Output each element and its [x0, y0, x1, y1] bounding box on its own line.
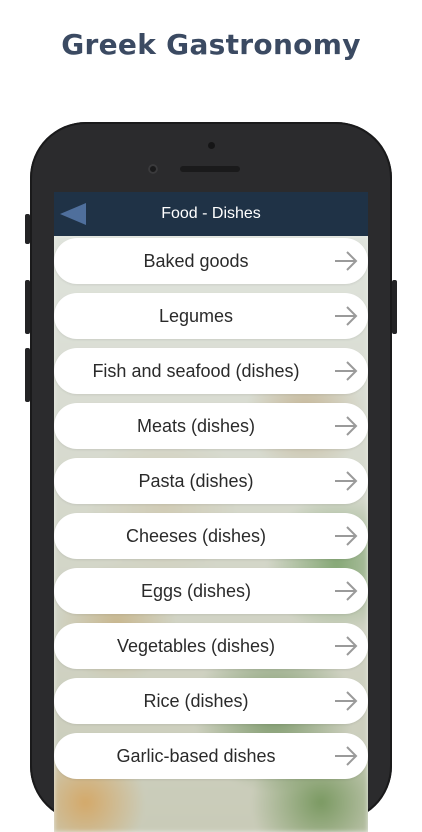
list-item-label: Pasta (dishes)	[138, 471, 254, 491]
list-item[interactable]: Baked goods	[54, 238, 368, 284]
phone-side-button	[25, 280, 30, 334]
promo-title: Greek Gastronomy	[61, 28, 361, 61]
arrow-right-icon	[335, 306, 358, 326]
list-item[interactable]: Fish and seafood (dishes)	[54, 348, 368, 394]
list-item-label: Meats (dishes)	[136, 416, 256, 436]
phone-side-button	[392, 280, 397, 334]
front-camera	[148, 164, 158, 174]
arrow-right-icon	[335, 746, 358, 766]
list-item[interactable]: Garlic-based dishes	[54, 733, 368, 779]
list-item-label: Vegetables (dishes)	[116, 636, 276, 656]
list-item[interactable]: Legumes	[54, 293, 368, 339]
list-item[interactable]: Vegetables (dishes)	[54, 623, 368, 669]
arrow-right-icon	[335, 636, 358, 656]
list-item-label: Fish and seafood (dishes)	[92, 361, 300, 381]
arrow-right-icon	[335, 581, 358, 601]
arrow-right-icon	[335, 471, 358, 491]
arrow-right-icon	[335, 251, 358, 271]
list-item[interactable]: Pasta (dishes)	[54, 458, 368, 504]
arrow-right-icon	[335, 416, 358, 436]
list-item-label: Baked goods	[143, 251, 249, 271]
list-item[interactable]: Eggs (dishes)	[54, 568, 368, 614]
list-item-label: Eggs (dishes)	[140, 581, 252, 601]
phone-frame: Food - Dishes Baked goods Legumes Fish a…	[25, 122, 397, 832]
phone-side-button	[25, 348, 30, 402]
speaker-grille	[180, 166, 240, 172]
list-item-label: Legumes	[158, 306, 234, 326]
sensor-dot	[208, 142, 215, 149]
list-item-label: Garlic-based dishes	[116, 746, 276, 766]
arrow-right-icon	[335, 691, 358, 711]
list-item[interactable]: Rice (dishes)	[54, 678, 368, 724]
navigation-bar: Food - Dishes	[54, 192, 368, 236]
list-item-label: Cheeses (dishes)	[125, 526, 267, 546]
list-item[interactable]: Meats (dishes)	[54, 403, 368, 449]
app-screen: Food - Dishes Baked goods Legumes Fish a…	[54, 192, 368, 832]
nav-title: Food - Dishes	[161, 205, 261, 222]
arrow-right-icon	[335, 361, 358, 381]
arrow-right-icon	[335, 526, 358, 546]
list-item-label: Rice (dishes)	[143, 691, 249, 711]
list-item[interactable]: Cheeses (dishes)	[54, 513, 368, 559]
phone-side-button	[25, 214, 30, 244]
